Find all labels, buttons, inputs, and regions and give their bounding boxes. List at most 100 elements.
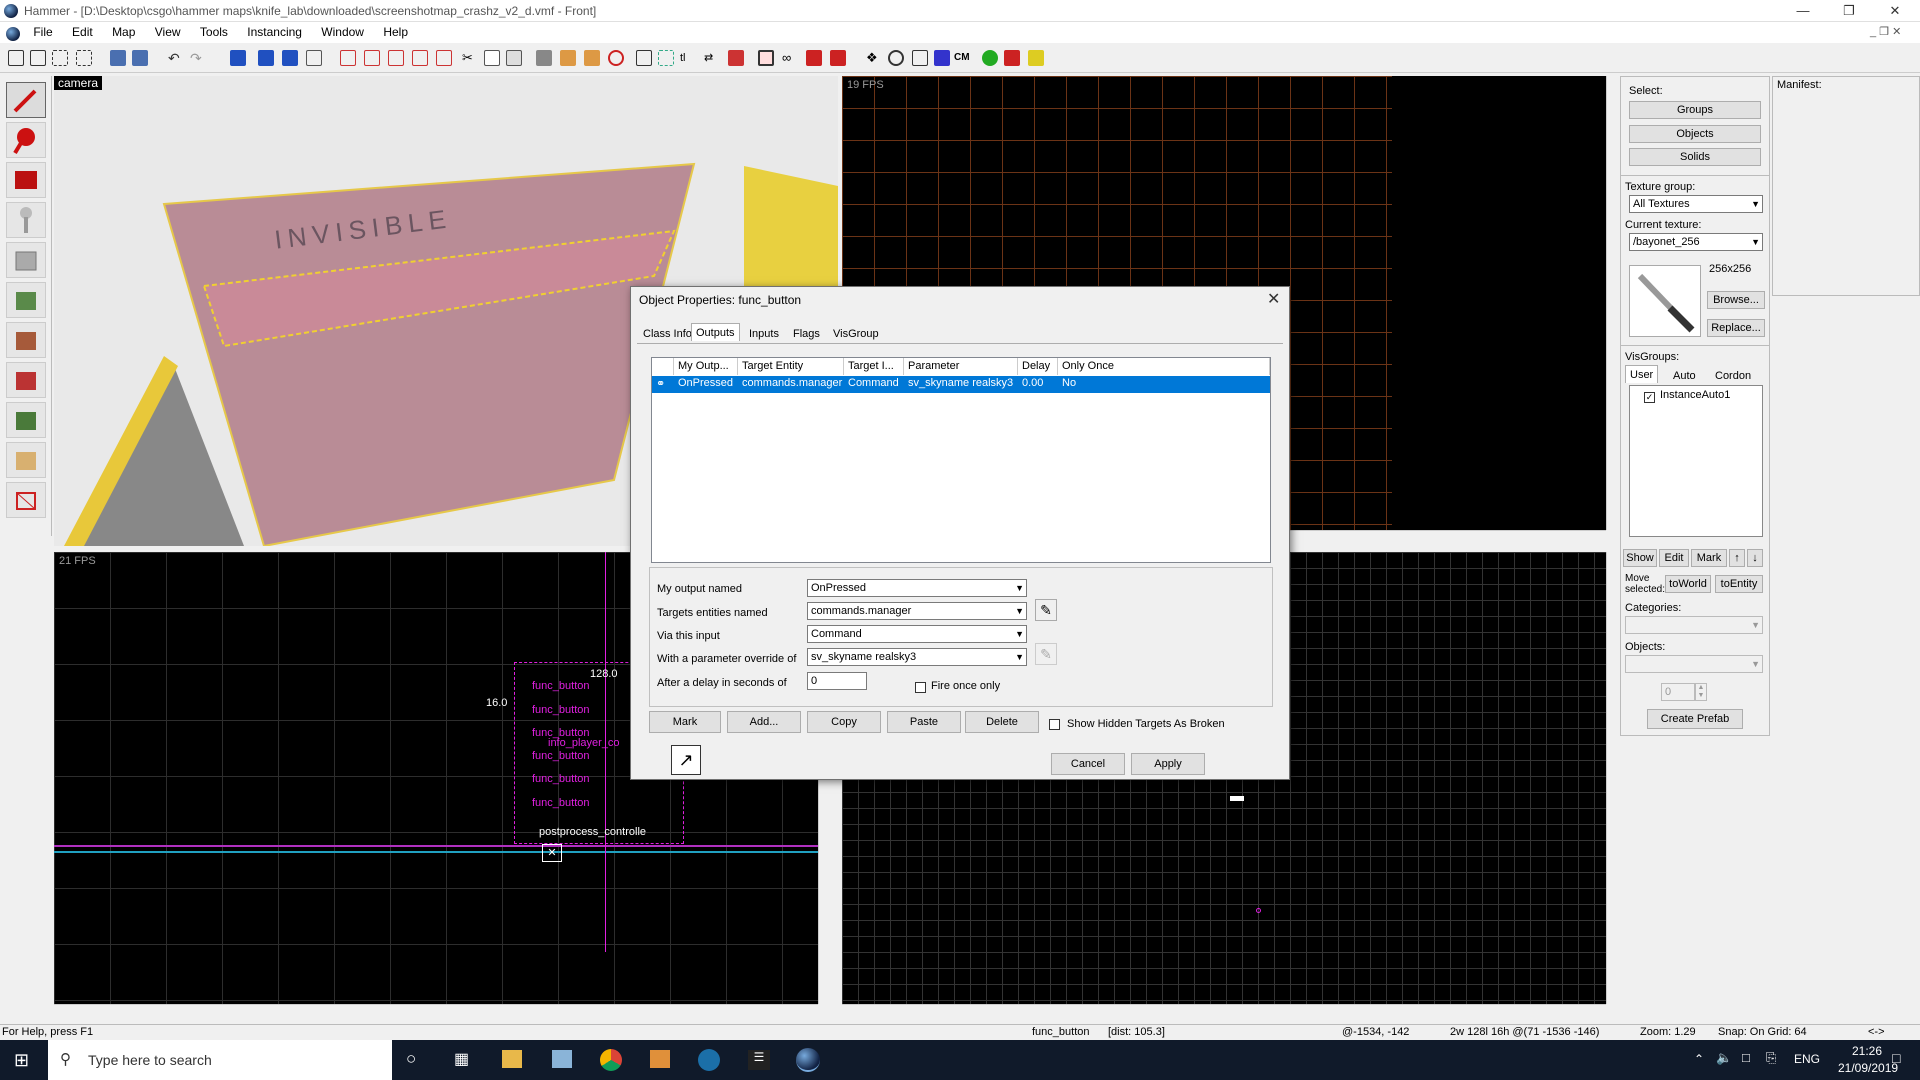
network-icon[interactable]: □ — [1742, 1050, 1750, 1065]
entity-marker[interactable]: ✕ — [542, 844, 562, 862]
group-icon[interactable] — [110, 50, 126, 66]
decal-tool-icon[interactable] — [6, 362, 46, 398]
parameter-select[interactable]: sv_skyname realsky3 ▼ — [807, 648, 1027, 666]
block-tool-icon[interactable] — [6, 242, 46, 278]
texture-group-select[interactable]: All Textures ▼ — [1629, 195, 1763, 213]
entity-tool-icon[interactable] — [6, 202, 46, 238]
clock-date[interactable]: 21/09/2019 — [1838, 1061, 1898, 1075]
select-groups-button[interactable]: Groups — [1629, 101, 1761, 119]
menu-window[interactable]: Window — [313, 22, 372, 42]
toggle-models-icon[interactable] — [584, 50, 600, 66]
quick-show-icon[interactable] — [436, 50, 452, 66]
hide-selected-icon[interactable] — [340, 50, 356, 66]
paste-button[interactable]: Paste — [887, 711, 961, 733]
objects-number-input[interactable]: 0 — [1661, 683, 1695, 701]
show-all-icon[interactable] — [364, 50, 380, 66]
file-explorer-icon[interactable] — [502, 1050, 522, 1068]
mdi-controls[interactable]: _ ❐ ✕ — [1870, 25, 1901, 38]
vis-mark-button[interactable]: Mark — [1691, 549, 1727, 567]
action-center-icon[interactable]: □ — [1892, 1050, 1900, 1066]
eyedropper-icon[interactable]: ✎ — [1035, 599, 1057, 621]
objects-select[interactable]: ▼ — [1625, 655, 1763, 673]
language-indicator[interactable]: ENG — [1794, 1052, 1820, 1066]
top-viewport-vscroll[interactable] — [1606, 76, 1620, 530]
column-header[interactable]: Target Entity — [738, 358, 844, 375]
hammer-taskbar-icon[interactable] — [796, 1048, 820, 1072]
selection-handle[interactable] — [1230, 796, 1244, 801]
column-header[interactable]: Parameter — [904, 358, 1018, 375]
green-run-icon[interactable] — [982, 50, 998, 66]
close-icon[interactable]: ✕ — [1267, 289, 1280, 309]
steam-icon[interactable] — [698, 1049, 720, 1071]
steam-big-picture-icon[interactable]: ☰ — [748, 1050, 770, 1070]
wireframe-icon[interactable] — [758, 50, 774, 66]
cancel-button[interactable]: Cancel — [1051, 753, 1125, 775]
texture-tool-icon[interactable] — [6, 282, 46, 318]
map-info-icon[interactable]: ❖ — [866, 50, 882, 66]
browse-button[interactable]: Browse... — [1707, 291, 1765, 309]
flat-icon[interactable]: ∞ — [782, 50, 798, 66]
menu-view[interactable]: View — [147, 22, 189, 42]
column-header[interactable]: Delay — [1018, 358, 1058, 375]
chrome-icon[interactable] — [600, 1049, 622, 1071]
copy-button[interactable]: Copy — [807, 711, 881, 733]
tab-visgroup[interactable]: VisGroup — [829, 325, 883, 343]
visgroup-checkbox[interactable]: ✓ — [1644, 390, 1655, 404]
compile-icon[interactable] — [728, 50, 744, 66]
categories-select[interactable]: ▼ — [1625, 616, 1763, 634]
number-spinner-icon[interactable]: ▲ ▼ — [1695, 683, 1707, 701]
tab-cordon[interactable]: Cordon — [1711, 367, 1755, 385]
column-header[interactable]: Target I... — [844, 358, 904, 375]
magnify-tool-icon[interactable] — [6, 122, 46, 158]
vertex-tool-icon[interactable] — [6, 482, 46, 518]
menu-file[interactable]: File — [25, 22, 60, 42]
texture-lock-icon[interactable] — [282, 50, 298, 66]
visgroup-item[interactable]: InstanceAuto1 — [1660, 389, 1730, 401]
side-viewport-vscroll[interactable] — [1606, 552, 1620, 1004]
grid-smaller-icon[interactable] — [52, 50, 68, 66]
overlay-tool-icon[interactable] — [6, 402, 46, 438]
tab-inputs[interactable]: Inputs — [745, 325, 783, 343]
front-viewport-hscroll[interactable] — [54, 1004, 818, 1018]
hollow-icon[interactable] — [258, 50, 274, 66]
tray-chevron-icon[interactable]: ⌃ — [1694, 1052, 1704, 1066]
move-down-icon[interactable]: ↓ — [1747, 549, 1763, 567]
menu-edit[interactable]: Edit — [64, 22, 101, 42]
notification-area-icon[interactable]: ⎘ — [1766, 1050, 1776, 1066]
media-player-icon[interactable] — [650, 1050, 670, 1068]
cubemap-icon[interactable]: CM — [954, 50, 970, 66]
windows-start-icon[interactable]: ⊞ — [14, 1050, 29, 1071]
fire-once-checkbox[interactable] — [915, 680, 926, 694]
quick-hide-icon[interactable] — [412, 50, 428, 66]
cordon-icon[interactable] — [608, 50, 624, 66]
vis-edit-button[interactable]: Edit — [1659, 549, 1689, 567]
selection-tool-icon[interactable] — [6, 82, 46, 118]
menu-tools[interactable]: Tools — [192, 22, 236, 42]
grid-toggle-icon[interactable] — [8, 50, 24, 66]
tab-outputs[interactable]: Outputs — [691, 323, 740, 341]
top-viewport-hscroll[interactable] — [1290, 530, 1606, 544]
create-prefab-button[interactable]: Create Prefab — [1647, 709, 1743, 729]
select-objects-button[interactable]: Objects — [1629, 125, 1761, 143]
column-header[interactable]: Only Once — [1058, 358, 1270, 375]
ungroup-icon[interactable] — [132, 50, 148, 66]
menu-map[interactable]: Map — [104, 22, 143, 42]
camera-tool-icon[interactable] — [6, 162, 46, 198]
current-texture-select[interactable]: /bayonet_256 ▼ — [1629, 233, 1763, 251]
paste-icon[interactable] — [506, 50, 522, 66]
yellow-run-icon[interactable] — [1028, 50, 1044, 66]
column-header[interactable]: My Outp... — [674, 358, 738, 375]
delay-input[interactable]: 0 — [807, 672, 867, 690]
minimize-button[interactable]: — — [1780, 0, 1826, 22]
check-problems-icon[interactable] — [888, 50, 904, 66]
lightmap-icon[interactable] — [830, 50, 846, 66]
entity-report-icon[interactable] — [912, 50, 928, 66]
taskbar-search[interactable]: ⚲ Type here to search — [48, 1040, 392, 1080]
clipping-tool-icon[interactable] — [6, 442, 46, 478]
grid-larger-icon[interactable] — [76, 50, 92, 66]
input-select[interactable]: Command ▼ — [807, 625, 1027, 643]
undo-icon[interactable]: ↶ — [168, 50, 184, 66]
align-icon[interactable] — [636, 50, 652, 66]
tab-user[interactable]: User — [1625, 365, 1659, 383]
apply-texture-icon[interactable] — [6, 322, 46, 358]
